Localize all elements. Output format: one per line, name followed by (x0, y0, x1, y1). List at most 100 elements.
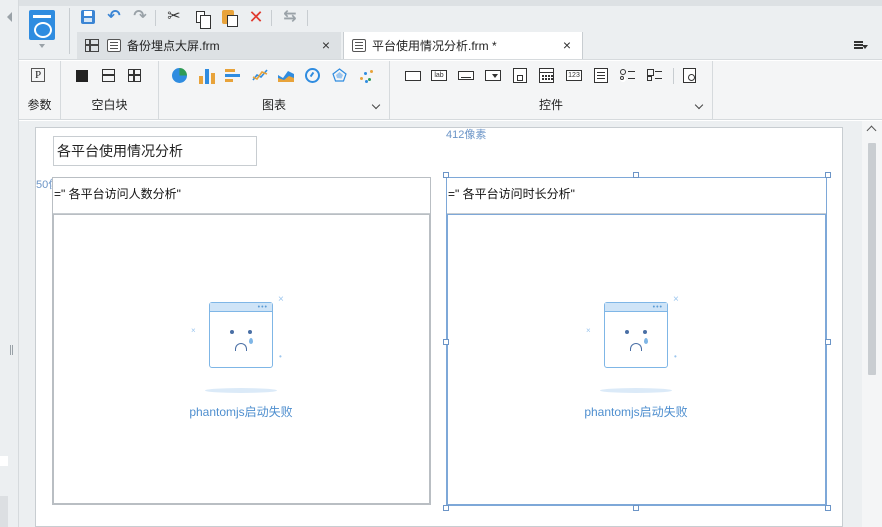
cut-icon: ✂ (167, 8, 181, 25)
blank-block-icon[interactable] (76, 70, 88, 82)
ribbon-group-label: 参数 (27, 98, 52, 112)
swap-button[interactable]: ⇆ (281, 8, 299, 26)
app-logo-icon (29, 10, 55, 40)
parameter-icon[interactable]: P (31, 68, 45, 82)
resize-handle[interactable] (825, 172, 831, 178)
sparkle-icon: × (673, 294, 679, 305)
button-control-icon[interactable] (458, 71, 474, 80)
scatter-chart-icon[interactable] (359, 68, 374, 83)
window-dots: ••• (257, 304, 268, 311)
bar-chart-icon[interactable] (199, 68, 215, 84)
text-field-icon[interactable] (405, 71, 421, 81)
widget-header[interactable]: =" 各平台访问时长分析" (447, 178, 826, 214)
split-block-icon[interactable] (102, 69, 115, 82)
widget-ribbon: P 参数 空白块 图表 lab 123 控件 (19, 61, 882, 120)
area-chart-icon[interactable] (278, 68, 294, 82)
report-title[interactable]: 各平台使用情况分析 (53, 136, 257, 166)
grid-block-icon[interactable] (128, 69, 141, 82)
checkbox-box (647, 76, 652, 81)
sparkle-icon: × (191, 326, 196, 335)
dropdown-tree-icon[interactable] (513, 68, 527, 83)
copy-button[interactable] (191, 8, 211, 29)
divider (307, 10, 308, 26)
close-icon[interactable]: × (560, 37, 574, 53)
tab-label: 平台使用情况分析.frm * (372, 39, 497, 53)
checkbox-group-icon[interactable] (647, 68, 662, 83)
sparkle-icon: × (586, 326, 591, 335)
resize-handle[interactable] (443, 172, 449, 178)
divider (673, 68, 674, 84)
grid-icon[interactable] (85, 39, 99, 52)
sad-window-icon: ••• (209, 302, 273, 368)
sparkle-icon: • (279, 352, 282, 361)
paste-icon (222, 10, 238, 27)
date-picker-icon[interactable] (539, 68, 554, 83)
delete-button[interactable]: ✕ (247, 8, 265, 26)
eye (625, 330, 629, 334)
scroll-up-icon[interactable] (866, 125, 877, 136)
ribbon-group-charts: 图表 (159, 61, 390, 120)
dropdown-box-icon[interactable] (485, 70, 501, 81)
sparkle-icon: × (278, 294, 284, 305)
widget-header[interactable]: =" 各平台访问人数分析" (53, 178, 430, 214)
sad-window-icon: ••• (604, 302, 668, 368)
radio-group-icon[interactable] (620, 68, 635, 83)
scroll-thumb[interactable] (868, 143, 876, 375)
tab-backup-tracking-screen[interactable]: 备份埋点大屏.frm × (77, 32, 341, 59)
vertical-scrollbar[interactable] (862, 121, 882, 527)
render-error-placeholder: ••• × × • phantomjs启动失败 (576, 294, 696, 420)
menu-caret (862, 45, 868, 49)
resize-handle[interactable] (825, 339, 831, 345)
app-menu-caret-icon[interactable] (39, 44, 45, 48)
left-strip-block (0, 496, 8, 527)
tab-list-menu-icon[interactable] (854, 39, 868, 51)
eye (230, 330, 234, 334)
ribbon-group-blank-blocks: 空白块 (61, 61, 159, 120)
menu-bars (854, 41, 863, 43)
resize-handle[interactable] (633, 172, 639, 178)
app-menu-button[interactable] (29, 10, 55, 42)
mouth (235, 343, 247, 351)
gauge-chart-icon[interactable] (305, 68, 320, 83)
number-field-icon[interactable]: 123 (566, 70, 582, 81)
undo-button[interactable]: ↶ (105, 8, 123, 26)
mouth (630, 343, 642, 351)
close-icon[interactable]: × (319, 37, 333, 53)
top-toolbar: ↶ ↷ ✂ ✕ ⇆ 备份埋点大屏.frm × 平台使用情况分析.frm * × (19, 0, 882, 60)
top-edge (19, 0, 882, 6)
left-panel-strip (0, 0, 19, 527)
save-button[interactable] (79, 8, 97, 26)
cut-button[interactable]: ✂ (165, 8, 183, 26)
delete-icon: ✕ (248, 7, 264, 27)
render-error-placeholder: ••• × × • phantomjs启动失败 (181, 294, 301, 420)
eye (248, 330, 252, 334)
radar-chart-icon[interactable] (332, 68, 347, 82)
ribbon-group-label: 控件 (538, 98, 563, 112)
icon-shadow (600, 388, 672, 393)
collapse-left-panel-icon[interactable] (7, 12, 12, 22)
pie-chart-icon[interactable] (172, 68, 187, 83)
left-strip-block (0, 456, 8, 466)
preview-icon[interactable] (683, 68, 696, 83)
sparkle-icon: • (674, 352, 677, 361)
paste-button[interactable] (219, 8, 238, 27)
tab-platform-usage-analysis[interactable]: 平台使用情况分析.frm * × (343, 32, 583, 59)
panel-resize-grip[interactable] (10, 345, 13, 355)
text-area-icon[interactable] (594, 68, 608, 83)
tear (249, 338, 253, 344)
horizontal-bar-chart-icon[interactable] (225, 68, 241, 84)
line-chart-icon[interactable] (252, 68, 268, 82)
save-icon (81, 10, 95, 24)
radio-dot (620, 76, 624, 80)
icon-shadow (205, 388, 277, 393)
divider (69, 8, 70, 54)
resize-handle[interactable] (443, 339, 449, 345)
label-icon[interactable]: lab (431, 70, 447, 81)
redo-button[interactable]: ↷ (131, 8, 149, 26)
ribbon-group-label: 图表 (261, 98, 286, 112)
resize-handle[interactable] (633, 505, 639, 511)
resize-handle[interactable] (443, 505, 449, 511)
tear (644, 338, 648, 344)
width-hint: 412像素 (446, 129, 487, 141)
resize-handle[interactable] (825, 505, 831, 511)
